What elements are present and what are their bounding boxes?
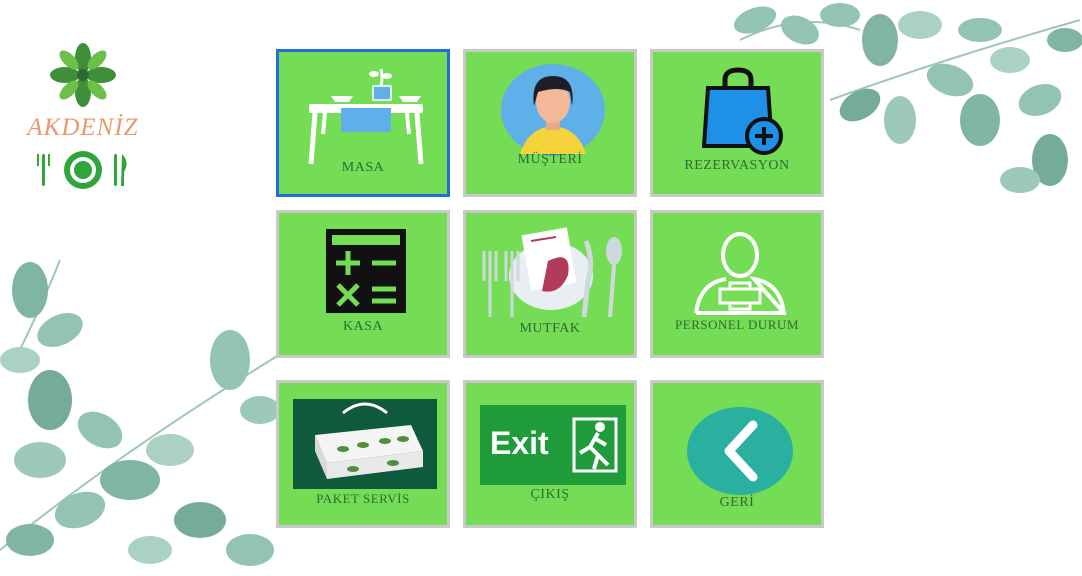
masa-tile[interactable]: MASA <box>276 49 450 197</box>
paket-servis-label: PAKET SERVİS <box>316 491 410 506</box>
plate-cutlery-icon <box>37 151 127 189</box>
kasa-tile[interactable]: KASA <box>276 210 450 358</box>
personel-durum-label: PERSONEL DURUM <box>675 317 799 332</box>
geri-label: GERİ <box>719 495 755 510</box>
mutfak-label: MUTFAK <box>519 321 581 336</box>
running-person-icon <box>572 417 618 473</box>
exit-sign-text: Exit <box>490 425 549 461</box>
geri-tile[interactable]: GERİ <box>650 380 824 528</box>
calculator-icon <box>326 229 406 313</box>
rezervasyon-tile[interactable]: REZERVASYON <box>650 49 824 197</box>
cikis-tile[interactable]: Exit ÇIKIŞ <box>463 380 637 528</box>
musteri-tile[interactable]: MÜŞTERİ <box>463 49 637 197</box>
table-icon <box>308 68 424 164</box>
staff-medical-icon <box>694 232 787 315</box>
brand-name: AKDENİZ <box>27 114 139 141</box>
rezervasyon-label: REZERVASYON <box>684 158 790 173</box>
exit-sign-icon: Exit <box>480 405 626 485</box>
chevron-left-icon <box>687 407 793 495</box>
menu-cutlery-icon <box>482 227 622 318</box>
kasa-label: KASA <box>342 319 384 334</box>
brand-logo: AKDENİZ <box>8 40 158 192</box>
mutfak-tile[interactable]: MUTFAK <box>463 210 637 358</box>
masa-label: MASA <box>341 160 385 175</box>
takeaway-box-icon <box>293 399 437 489</box>
personel-durum-tile[interactable]: PERSONEL DURUM <box>650 210 824 358</box>
shopping-bag-add-icon <box>701 67 783 155</box>
paket-servis-tile[interactable]: PAKET SERVİS <box>276 380 450 528</box>
musteri-label: MÜŞTERİ <box>517 152 583 167</box>
customer-avatar-icon <box>501 64 605 156</box>
cikis-label: ÇIKIŞ <box>530 487 570 502</box>
ornament-icon <box>50 43 116 107</box>
